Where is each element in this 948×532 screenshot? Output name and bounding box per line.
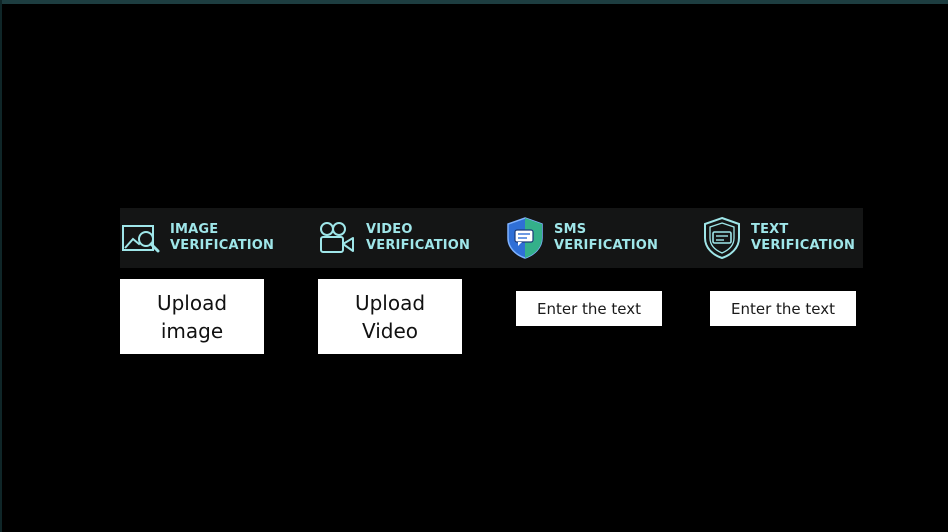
upload-image-label: Upload image: [156, 290, 228, 343]
feature-title: TEXT: [751, 222, 789, 237]
feature-label: IMAGE VERIFICATION: [170, 222, 274, 254]
top-border: [0, 0, 948, 4]
feature-title: SMS: [554, 222, 587, 237]
upload-video-button[interactable]: Upload Video: [318, 279, 462, 354]
feature-label: TEXT VERIFICATION: [751, 222, 855, 254]
text-verification-input[interactable]: [710, 291, 856, 326]
feature-title: VIDEO: [366, 222, 413, 237]
verification-banner: IMAGE VERIFICATION VIDEO VERIFICATION SM…: [120, 208, 863, 268]
upload-image-button[interactable]: Upload image: [120, 279, 264, 354]
feature-video-verification: VIDEO VERIFICATION: [316, 208, 470, 268]
upload-video-label: Upload Video: [354, 290, 426, 343]
image-search-icon: [120, 216, 162, 260]
shield-text-icon: [701, 216, 743, 260]
feature-label: VIDEO VERIFICATION: [366, 222, 470, 254]
feature-text-verification: TEXT VERIFICATION: [701, 208, 855, 268]
sms-text-input[interactable]: [516, 291, 662, 326]
feature-title: IMAGE: [170, 222, 219, 237]
feature-label: SMS VERIFICATION: [554, 222, 658, 254]
shield-message-icon: [504, 216, 546, 260]
left-border: [0, 0, 2, 532]
feature-subtitle: VERIFICATION: [751, 238, 856, 253]
feature-subtitle: VERIFICATION: [554, 238, 659, 253]
feature-subtitle: VERIFICATION: [366, 238, 471, 253]
video-camera-icon: [316, 216, 358, 260]
feature-sms-verification: SMS VERIFICATION: [504, 208, 658, 268]
feature-image-verification: IMAGE VERIFICATION: [120, 208, 274, 268]
feature-subtitle: VERIFICATION: [170, 238, 275, 253]
